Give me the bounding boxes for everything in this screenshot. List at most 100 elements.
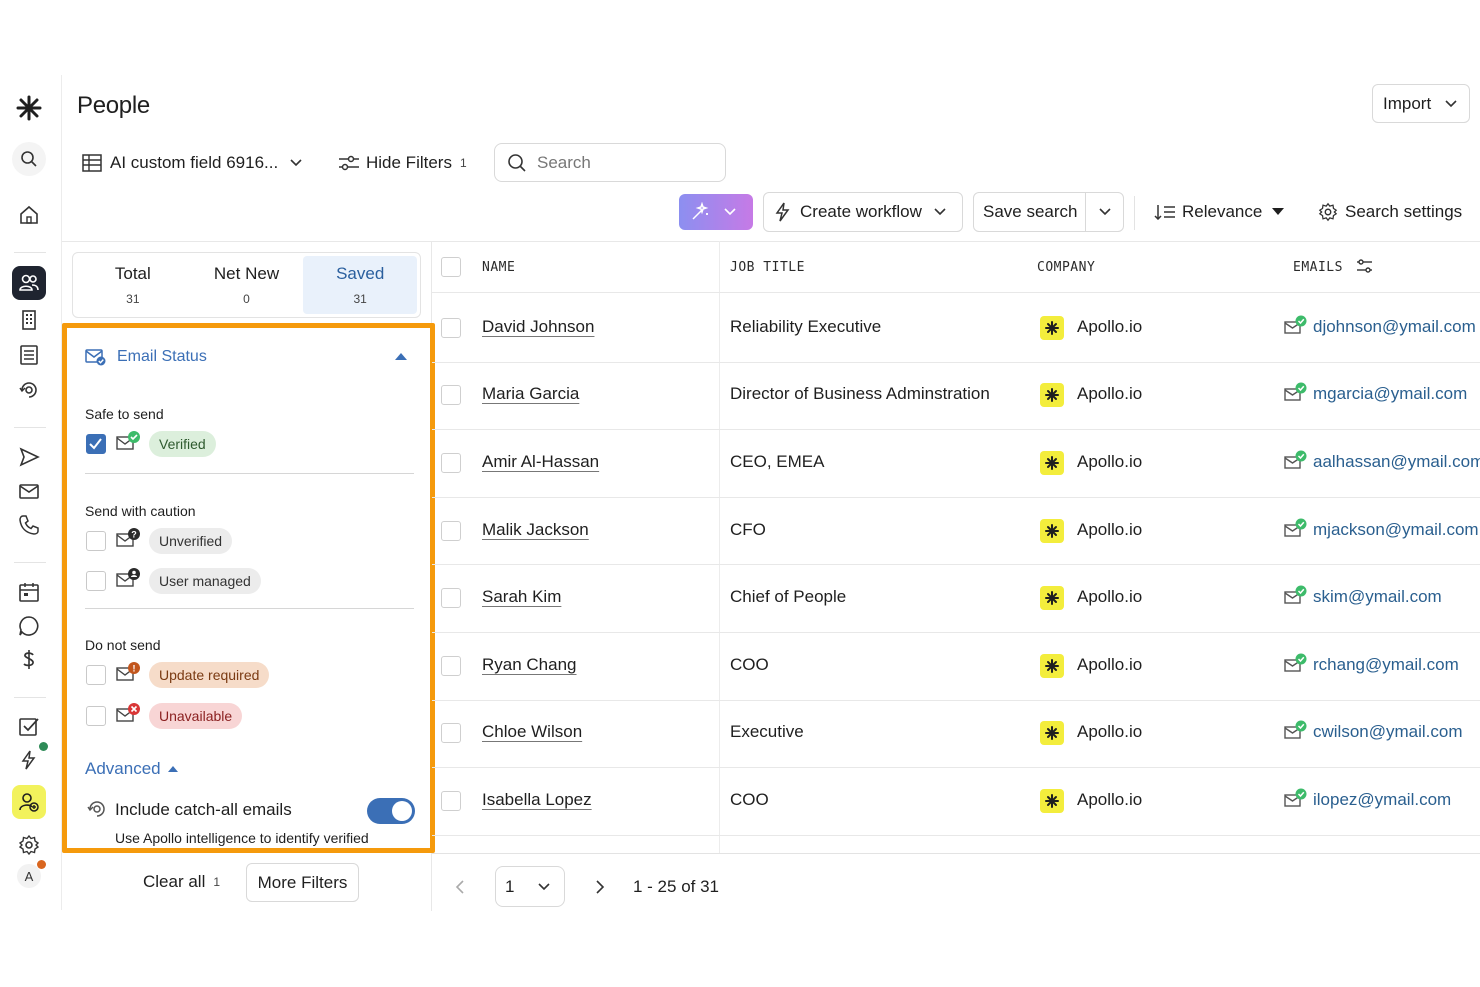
company-logo-icon <box>1040 653 1064 678</box>
search-settings-button[interactable]: Search settings <box>1318 200 1462 224</box>
person-name-link[interactable]: Sarah Kim <box>482 587 561 607</box>
catch-all-toggle[interactable] <box>367 798 415 824</box>
companies-icon[interactable] <box>12 303 46 337</box>
sequences-send-icon[interactable] <box>12 440 46 474</box>
unverified-checkbox[interactable] <box>86 531 106 551</box>
row-checkbox[interactable] <box>441 655 461 676</box>
data-enrichment-icon[interactable] <box>12 373 46 407</box>
row-checkbox[interactable] <box>441 791 461 811</box>
column-header-emails[interactable]: EMAILS <box>1293 260 1343 275</box>
email-address-link[interactable]: mgarcia@ymail.com <box>1313 384 1467 404</box>
company-name-link[interactable]: Apollo.io <box>1077 317 1142 337</box>
person-name-link[interactable]: Malik Jackson <box>482 520 589 540</box>
company-name-link[interactable]: Apollo.io <box>1077 790 1142 810</box>
email-address-link[interactable]: rchang@ymail.com <box>1313 655 1459 675</box>
import-button[interactable]: Import <box>1372 84 1470 123</box>
row-checkbox[interactable] <box>441 520 461 541</box>
settings-gear-icon[interactable] <box>12 828 46 862</box>
select-all-checkbox[interactable] <box>441 257 461 277</box>
search-input[interactable]: Search <box>494 143 726 182</box>
company-name-link[interactable]: Apollo.io <box>1077 587 1142 607</box>
email-address-link[interactable]: skim@ymail.com <box>1313 587 1442 607</box>
email-address-link[interactable]: aalhassan@ymail.com <box>1313 452 1480 472</box>
person-name-link[interactable]: Chloe Wilson <box>482 722 582 742</box>
save-search-split-button: Save search <box>973 192 1124 232</box>
verified-email-icon <box>1284 450 1307 469</box>
email-address-link[interactable]: cwilson@ymail.com <box>1313 722 1463 742</box>
company-name-link[interactable]: Apollo.io <box>1077 655 1142 675</box>
view-selector[interactable]: AI custom field 6916... <box>82 151 302 175</box>
company-name-link[interactable]: Apollo.io <box>1077 452 1142 472</box>
search-icon <box>508 153 526 172</box>
group-divider <box>85 608 414 609</box>
meetings-calendar-icon[interactable] <box>12 575 46 609</box>
tab-net-new[interactable]: Net New 0 <box>190 256 304 314</box>
company-logo-icon <box>1040 518 1064 543</box>
hide-filters-button[interactable]: Hide Filters 1 <box>338 151 467 175</box>
sort-relevance-button[interactable]: Relevance <box>1154 200 1285 224</box>
verified-email-icon <box>1284 382 1307 402</box>
calls-phone-icon[interactable] <box>12 508 46 542</box>
verified-checkbox[interactable] <box>86 434 106 454</box>
company-name-link[interactable]: Apollo.io <box>1077 520 1142 540</box>
tab-saved[interactable]: Saved 31 <box>303 256 418 314</box>
email-address-link[interactable]: ilopez@ymail.com <box>1313 790 1451 810</box>
company-name-link[interactable]: Apollo.io <box>1077 384 1142 404</box>
column-settings-icon[interactable] <box>1356 258 1373 275</box>
row-checkbox[interactable] <box>441 317 461 338</box>
invite-user-icon[interactable] <box>12 785 46 819</box>
unavailable-badge: Unavailable <box>149 703 243 729</box>
update-required-checkbox[interactable] <box>86 665 106 685</box>
conversations-chat-icon[interactable] <box>12 609 46 643</box>
verified-email-icon <box>1284 518 1307 537</box>
home-icon[interactable] <box>12 198 46 232</box>
email-address-link[interactable]: djohnson@ymail.com <box>1313 317 1476 337</box>
people-icon[interactable] <box>12 266 46 300</box>
job-title: COO <box>730 654 769 674</box>
update-required-badge: Update required <box>149 662 270 688</box>
email-address-link[interactable]: mjackson@ymail.com <box>1313 520 1479 540</box>
caret-up-icon <box>395 353 407 360</box>
save-search-dropdown[interactable] <box>1085 193 1123 231</box>
user-managed-checkbox[interactable] <box>86 571 106 591</box>
column-header-company[interactable]: COMPANY <box>1037 260 1095 275</box>
search-icon[interactable] <box>12 142 46 176</box>
apollo-logo-icon[interactable] <box>12 91 46 125</box>
emails-icon[interactable] <box>12 474 46 508</box>
row-checkbox[interactable] <box>441 453 461 473</box>
advanced-toggle[interactable]: Advanced <box>85 759 178 779</box>
person-name-link[interactable]: David Johnson <box>482 317 594 337</box>
workflows-lightning-icon[interactable] <box>12 742 48 777</box>
person-name-link[interactable]: Amir Al-Hassan <box>482 452 599 472</box>
row-checkbox[interactable] <box>441 723 461 744</box>
tab-total[interactable]: Total 31 <box>76 256 190 314</box>
left-nav-rail: A <box>0 75 62 910</box>
ai-assistant-button[interactable] <box>679 194 753 230</box>
prev-page-chevron-icon[interactable] <box>455 879 465 895</box>
sort-icon <box>1154 205 1175 220</box>
person-name-link[interactable]: Ryan Chang <box>482 655 577 675</box>
row-checkbox[interactable] <box>441 588 461 609</box>
column-header-name[interactable]: NAME <box>482 260 515 275</box>
company-name-link[interactable]: Apollo.io <box>1077 722 1142 742</box>
clear-all-button[interactable]: Clear all 1 <box>143 872 220 892</box>
save-search-button[interactable]: Save search <box>974 202 1085 222</box>
tasks-checkbox-icon[interactable] <box>12 710 46 744</box>
row-divider <box>432 767 1480 768</box>
page-select[interactable]: 1 <box>495 866 565 907</box>
more-filters-button[interactable]: More Filters <box>246 863 359 902</box>
page-title: People <box>77 92 150 119</box>
job-title: Reliability Executive <box>730 316 882 336</box>
next-page-chevron-icon[interactable] <box>595 879 605 895</box>
deals-dollar-icon[interactable] <box>12 643 46 677</box>
job-title: Executive <box>730 722 804 742</box>
person-name-link[interactable]: Isabella Lopez <box>482 790 592 810</box>
email-status-header[interactable]: Email Status <box>85 348 407 366</box>
person-name-link[interactable]: Maria Garcia <box>482 384 579 404</box>
row-checkbox[interactable] <box>441 385 461 406</box>
lists-icon[interactable] <box>12 338 46 372</box>
unavailable-checkbox[interactable] <box>86 706 106 726</box>
caret-up-icon <box>167 765 178 772</box>
column-header-job-title[interactable]: JOB TITLE <box>730 260 805 275</box>
create-workflow-button[interactable]: Create workflow <box>763 192 963 232</box>
